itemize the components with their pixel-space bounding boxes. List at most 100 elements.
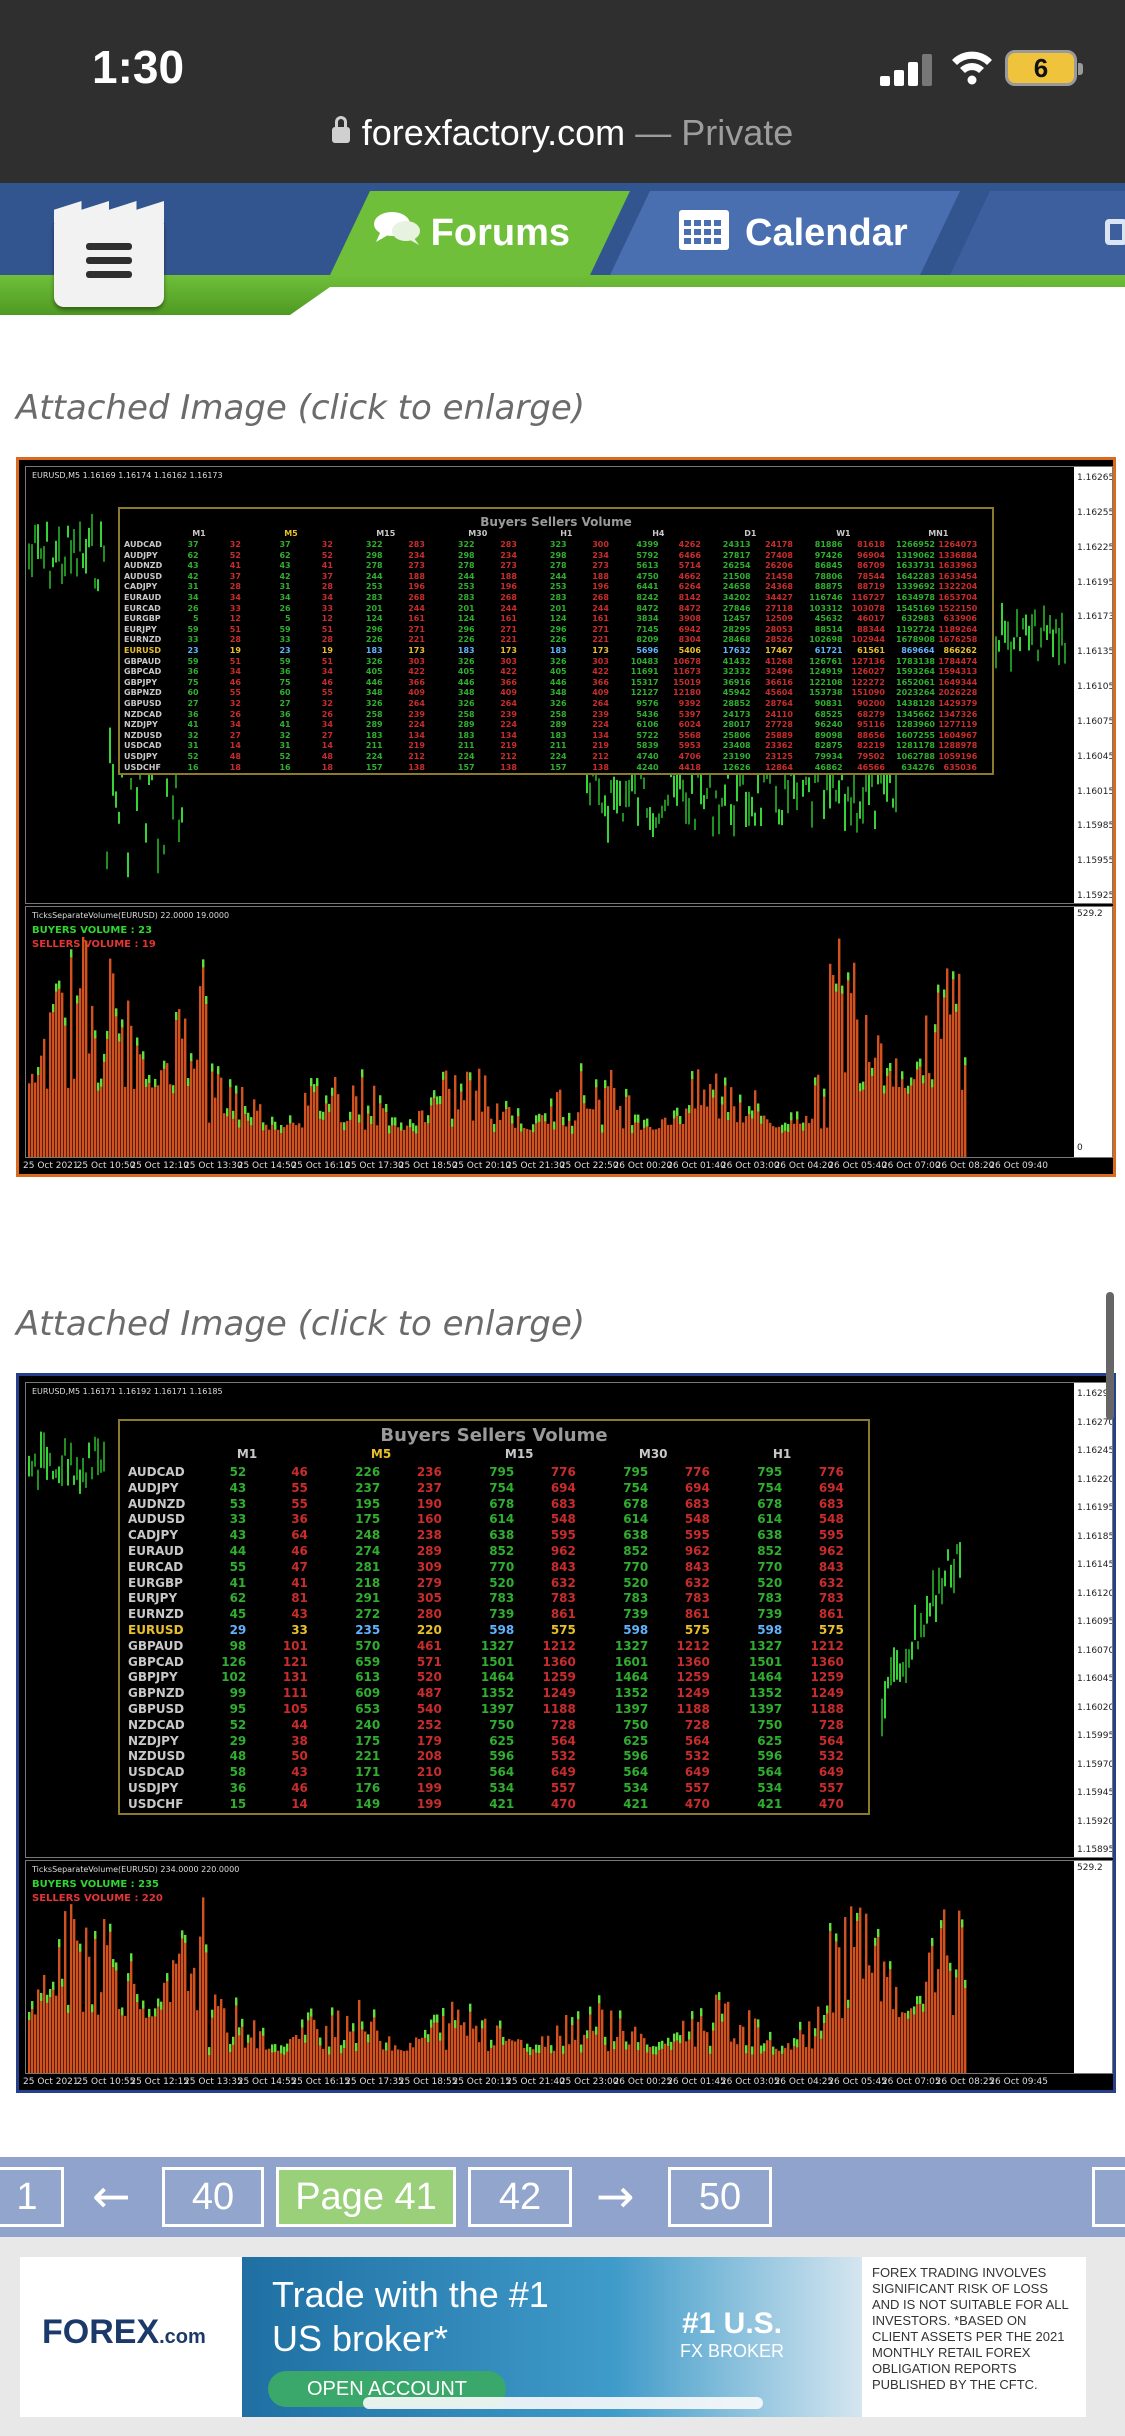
buy-volume-tip xyxy=(280,2045,283,2054)
sell-volume-cell: 36616 xyxy=(765,677,793,687)
sell-volume-cell: 51 xyxy=(321,624,333,634)
volume-bar xyxy=(754,2018,757,2073)
volume-bar xyxy=(148,2012,151,2073)
sell-volume-cell: 27408 xyxy=(765,550,793,560)
sell-volume-cell: 190 xyxy=(416,1496,442,1511)
volume-bar xyxy=(139,1054,142,1157)
price-candle xyxy=(43,546,45,569)
price-candle xyxy=(953,1558,955,1594)
buy-volume-cell: 795 xyxy=(489,1465,515,1479)
buy-volume-cell: 53 xyxy=(229,1496,247,1511)
volume-bar xyxy=(370,1120,373,1157)
buy-volume-tip xyxy=(283,2046,286,2055)
attachment-1-label[interactable]: Attached Image (click to enlarge) xyxy=(16,388,585,428)
price-candle xyxy=(136,787,138,811)
buy-volume-cell: 1352 xyxy=(480,1686,515,1701)
buy-volume-tip xyxy=(244,1106,247,1115)
volume-bar xyxy=(253,2020,256,2073)
volume-bar xyxy=(184,1938,187,2073)
sell-volume-cell: 212 xyxy=(592,752,609,761)
price-candle xyxy=(664,799,666,812)
buy-volume-tip xyxy=(511,1115,514,1124)
sell-volume-cell: 188 xyxy=(408,571,425,581)
sell-volume-cell: 173 xyxy=(500,646,517,655)
price-candle xyxy=(724,784,726,806)
volume-bar xyxy=(829,1926,832,2073)
buy-volume-cell: 226 xyxy=(365,635,383,645)
buy-volume-cell: 570 xyxy=(355,1638,381,1653)
volume-bar xyxy=(469,1076,472,1157)
buy-volume-tip xyxy=(31,2001,34,2010)
buy-volume-cell: 852 xyxy=(757,1544,783,1558)
volume-bar xyxy=(115,1012,118,1157)
volume-bar xyxy=(154,1082,157,1157)
sell-volume-cell: 28764 xyxy=(765,699,793,708)
buy-volume-tip xyxy=(910,1077,913,1086)
volume-bar xyxy=(598,1099,601,1157)
home-indicator xyxy=(363,2397,763,2409)
url-bar[interactable]: forexfactory.com — Private xyxy=(0,112,1125,154)
next-page-arrow-icon[interactable]: → xyxy=(596,2169,635,2223)
page-menu-button[interactable] xyxy=(1092,2167,1125,2227)
volume-bar xyxy=(490,2043,493,2073)
volume-bar xyxy=(157,1085,160,1157)
prev-page-arrow-icon[interactable]: ← xyxy=(92,2169,131,2223)
volume-bar xyxy=(226,1112,229,1157)
volume-bar xyxy=(190,1973,193,2073)
volume-bar xyxy=(715,1073,718,1157)
volume-bar xyxy=(721,2017,724,2073)
page-50-button[interactable]: 50 xyxy=(668,2167,772,2227)
volume-bar xyxy=(601,1128,604,1157)
volume-bar xyxy=(421,1110,424,1157)
price-candle xyxy=(661,805,663,819)
volume-bar xyxy=(949,1966,952,2073)
timeframe-m5: M5 xyxy=(284,529,298,538)
buy-volume-cell: 322 xyxy=(457,540,475,549)
buy-volume-cell: 348 xyxy=(457,688,475,698)
volume-bar xyxy=(490,1118,493,1157)
buy-volume-tip xyxy=(799,2021,802,2030)
menu-button[interactable] xyxy=(54,201,164,307)
price-candle xyxy=(1043,605,1045,632)
volume-bar xyxy=(592,1109,595,1157)
sell-volume-cell: 1249 xyxy=(676,1686,710,1701)
buy-volume-tip xyxy=(901,1071,904,1080)
page-scrollbar[interactable] xyxy=(1106,1292,1114,1420)
volume-bar xyxy=(205,1948,208,2073)
buy-volume-tip xyxy=(655,2046,658,2055)
volume-bar xyxy=(202,963,205,1157)
volume-bar xyxy=(577,2015,580,2073)
buy-volume-tip xyxy=(94,1030,97,1039)
date-tick-label: 25 Oct 10:50 xyxy=(76,1161,136,1171)
sell-volume-cell: 121 xyxy=(282,1654,308,1669)
volume-bar xyxy=(205,1000,208,1157)
page-40-button[interactable]: 40 xyxy=(162,2167,264,2227)
volume-bar xyxy=(469,2007,472,2073)
volume-bar xyxy=(940,1038,943,1157)
volume-bar xyxy=(430,1101,433,1157)
volume-bar xyxy=(823,1092,826,1157)
buy-volume-cell: 48 xyxy=(229,1749,247,1764)
buy-volume-cell: 36 xyxy=(279,709,291,719)
page-1-button[interactable]: 1 xyxy=(0,2167,64,2227)
buy-volume-tip xyxy=(52,1981,55,1990)
volume-bar xyxy=(64,1021,67,1157)
buy-volume-cell: 68525 xyxy=(814,709,843,719)
volume-bar xyxy=(703,2030,706,2073)
sell-volume-cell: 1212 xyxy=(542,1638,576,1653)
attachment-1-image[interactable]: EURUSD,M5 1.16169 1.16174 1.16162 1.1617… xyxy=(16,457,1116,1177)
tab-calendar[interactable]: Calendar xyxy=(610,191,960,275)
volume-bar xyxy=(721,1100,724,1157)
buy-volume-tip xyxy=(637,1114,640,1123)
buy-volume-cell: 614 xyxy=(489,1512,515,1527)
ad-creative[interactable]: Trade with the #1 US broker* OPEN ACCOUN… xyxy=(242,2257,862,2417)
buy-volume-cell: 278 xyxy=(549,561,567,571)
date-tick-label: 26 Oct 00:20 xyxy=(613,1161,673,1171)
page-42-button[interactable]: 42 xyxy=(468,2167,572,2227)
attachment-2-label[interactable]: Attached Image (click to enlarge) xyxy=(16,1304,585,1344)
pair-gbpusd: GBPUSD xyxy=(128,1702,185,1716)
attachment-2-image[interactable]: EURUSD,M5 1.16171 1.16192 1.16171 1.1618… xyxy=(16,1373,1116,2093)
buy-volume-tip xyxy=(184,1934,187,1943)
sell-volume-cell: 776 xyxy=(550,1465,576,1479)
buy-volume-cell: 653 xyxy=(355,1702,381,1716)
